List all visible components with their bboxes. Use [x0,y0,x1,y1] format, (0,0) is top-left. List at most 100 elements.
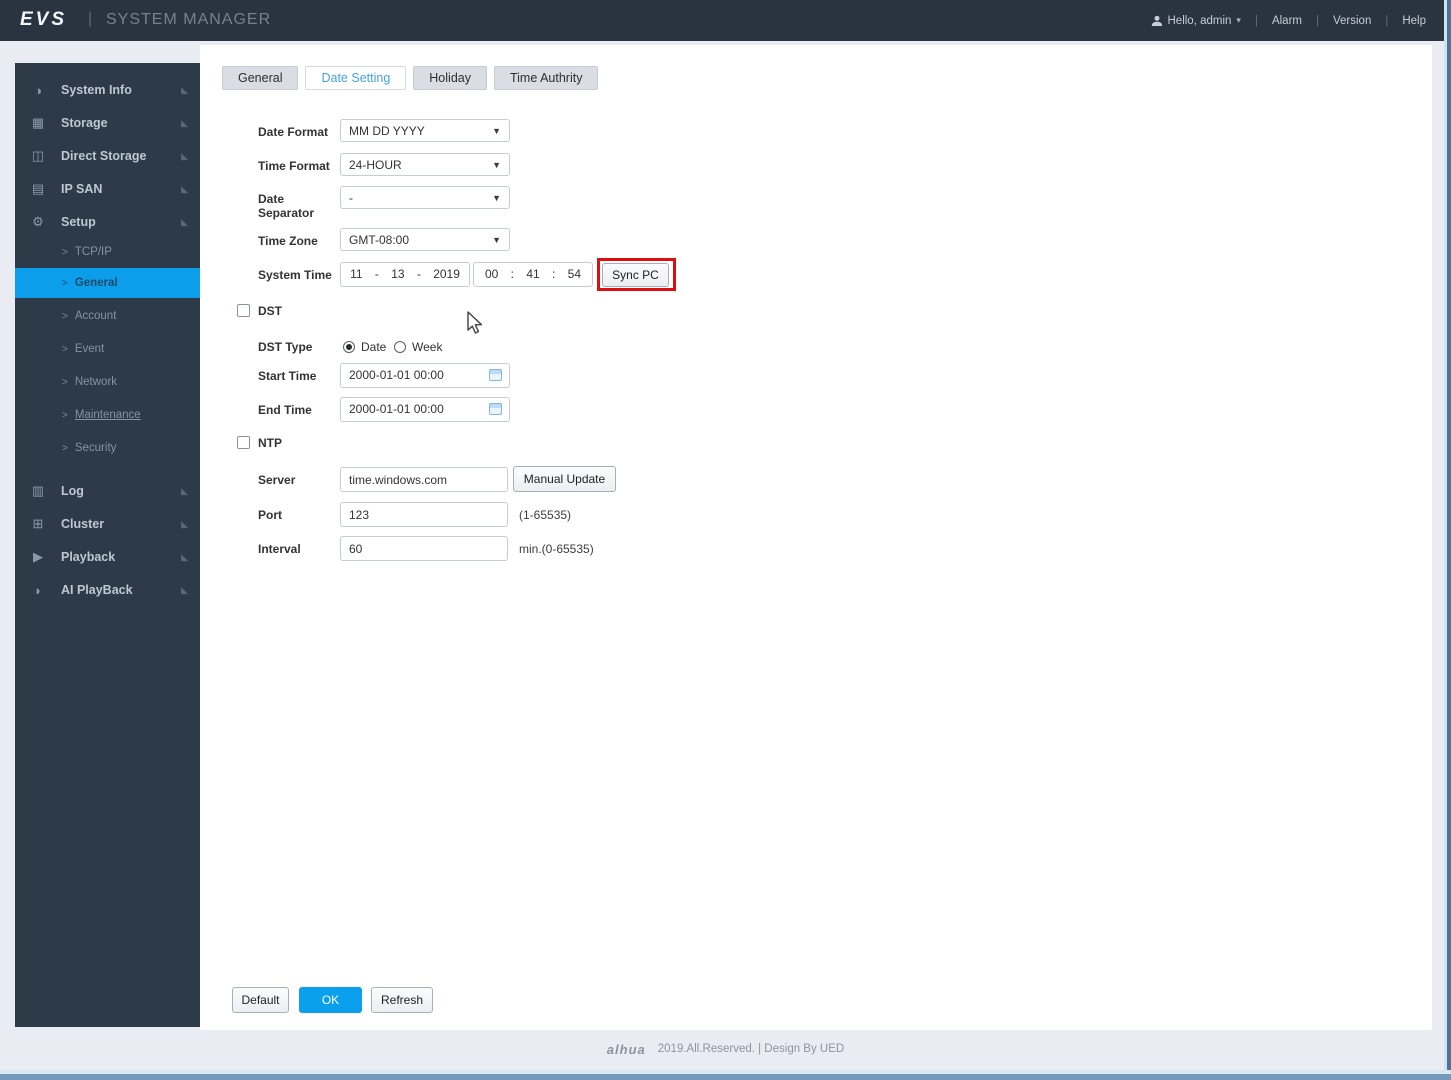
header-divider: | [1315,14,1319,27]
date-separator-value: - [349,190,353,205]
sub-item-label: Maintenance [74,409,141,421]
sidebar-item-label: Setup [61,215,96,229]
chevron-right-icon: > [62,442,68,454]
sidebar-item-setup[interactable]: ⚙ Setup ◣ [15,207,200,237]
time-zone-select[interactable]: GMT-08:00 ▼ [340,228,510,251]
sidebar-item-label: Log [61,484,84,498]
window-border-bottom [0,1070,1451,1080]
interval-input[interactable] [340,536,508,561]
sidebar-item-cluster[interactable]: ⊞ Cluster ◣ [15,509,200,539]
end-time-input[interactable]: 2000-01-01 00:00 [340,397,510,422]
sidebar-item-maintenance[interactable]: > Maintenance [15,402,200,428]
tab-date-setting[interactable]: Date Setting [305,66,407,90]
direct-storage-icon: ◫ [31,148,45,163]
sidebar-item-security[interactable]: > Security [15,435,200,461]
sidebar-item-account[interactable]: > Account [15,303,200,329]
sidebar-item-label: AI PlayBack [61,583,133,597]
interval-label: Interval [258,542,301,556]
tab-time-authrity[interactable]: Time Authrity [493,66,599,90]
sidebar-item-direct-storage[interactable]: ◫ Direct Storage ◣ [15,141,200,171]
highlight-red-box [597,258,676,291]
gear-icon: ⚙ [32,214,44,229]
default-button[interactable]: Default [232,987,289,1013]
system-clock-input[interactable]: 00 : 41 : 54 [473,262,593,287]
time-zone-value: GMT-08:00 [349,232,410,247]
system-date-input[interactable]: 11 - 13 - 2019 [340,262,470,287]
server-icon: ▤ [31,181,45,196]
time-format-select[interactable]: 24-HOUR ▼ [340,153,510,176]
sidebar-item-label: Playback [61,550,116,564]
time-format-label: Time Format [258,159,330,173]
cluster-icon: ⊞ [32,516,44,531]
time-format-value: 24-HOUR [349,157,402,172]
version-link[interactable]: Version [1333,15,1371,27]
copyright-text: 2019.All.Reserved. | Design By UED [657,1043,845,1055]
evs-logo: EVS [20,9,68,30]
top-header-bar: EVS | SYSTEM MANAGER Hello, admin ▾ | Al… [0,0,1444,41]
sidebar-item-network[interactable]: > Network [15,369,200,395]
system-info-icon: ◑ [34,82,42,98]
date-format-select[interactable]: MM DD YYYY ▼ [340,119,510,142]
sub-item-label: TCP/IP [74,246,112,258]
refresh-button[interactable]: Refresh [371,987,433,1013]
ok-button[interactable]: OK [299,987,362,1013]
user-menu[interactable]: Hello, admin ▾ [1151,15,1241,27]
sidebar-item-event[interactable]: > Event [15,336,200,362]
sidebar-item-label: Storage [61,116,108,130]
header-links: Hello, admin ▾ | Alarm | Version | Help [1151,0,1426,41]
collapse-arrow-icon: ◣ [181,84,188,95]
system-manager-window: EVS | SYSTEM MANAGER Hello, admin ▾ | Al… [0,0,1451,1080]
chevron-right-icon: > [62,277,68,289]
sidebar-item-label: Cluster [61,517,105,531]
ntp-checkbox[interactable] [237,436,250,449]
sidebar-item-ip-san[interactable]: ▤ IP SAN ◣ [15,174,200,204]
chevron-right-icon: > [62,376,68,388]
server-input[interactable] [340,467,508,492]
date-format-value: MM DD YYYY [349,123,425,138]
help-link[interactable]: Help [1402,15,1426,27]
sub-item-label: Security [74,442,117,454]
sidebar-item-tcpip[interactable]: > TCP/IP [15,239,200,265]
collapse-arrow-icon: ◣ [181,518,188,529]
date-separator-select[interactable]: - ▼ [340,186,510,209]
collapse-arrow-icon: ◣ [181,551,188,562]
tab-holiday[interactable]: Holiday [413,66,487,90]
sidebar-item-ai-playback[interactable]: ◗ AI PlayBack ◣ [15,575,200,605]
chevron-right-icon: > [62,343,68,355]
caret-down-icon: ▾ [1236,15,1241,25]
sidebar-item-system-info[interactable]: ◑ System Info ◣ [15,75,200,105]
dst-checkbox[interactable] [237,304,250,317]
server-label: Server [258,473,296,487]
end-time-value: 2000-01-01 00:00 [349,402,444,416]
collapse-arrow-icon: ◣ [181,150,188,161]
collapse-arrow-icon: ◣ [181,183,188,194]
storage-icon: ▦ [31,115,45,130]
chevron-down-icon: ▼ [492,192,501,203]
start-time-input[interactable]: 2000-01-01 00:00 [340,363,510,388]
start-time-label: Start Time [258,369,317,383]
chevron-down-icon: ▼ [492,125,501,136]
calendar-icon[interactable] [489,369,502,381]
port-input[interactable] [340,502,508,527]
dst-label: DST [258,304,282,318]
settings-tabs: General Date Setting Holiday Time Authri… [222,66,599,90]
sidebar-item-storage[interactable]: ▦ Storage ◣ [15,108,200,138]
dst-type-week-radio[interactable] [394,341,406,353]
tab-general[interactable]: General [222,66,299,90]
sidebar-item-log[interactable]: ▥ Log ◣ [15,476,200,506]
sidebar-item-general[interactable]: > General [15,268,200,298]
sub-item-label: Event [74,343,105,355]
interval-range-hint: min.(0-65535) [519,542,594,556]
sub-item-label: Account [74,310,117,322]
playback-icon: ▶ [33,549,43,564]
manual-update-button[interactable]: Manual Update [513,466,616,492]
dst-type-date-radio[interactable] [343,341,355,353]
dst-type-label: DST Type [258,340,313,354]
alarm-link[interactable]: Alarm [1272,15,1302,27]
sidebar-nav: ◑ System Info ◣ ▦ Storage ◣ ◫ Direct Sto… [15,63,200,1027]
log-icon: ▥ [31,483,45,498]
calendar-icon[interactable] [489,403,502,415]
sidebar-item-playback[interactable]: ▶ Playback ◣ [15,542,200,572]
dst-type-week-label: Week [412,340,443,354]
header-divider: | [1254,14,1258,27]
